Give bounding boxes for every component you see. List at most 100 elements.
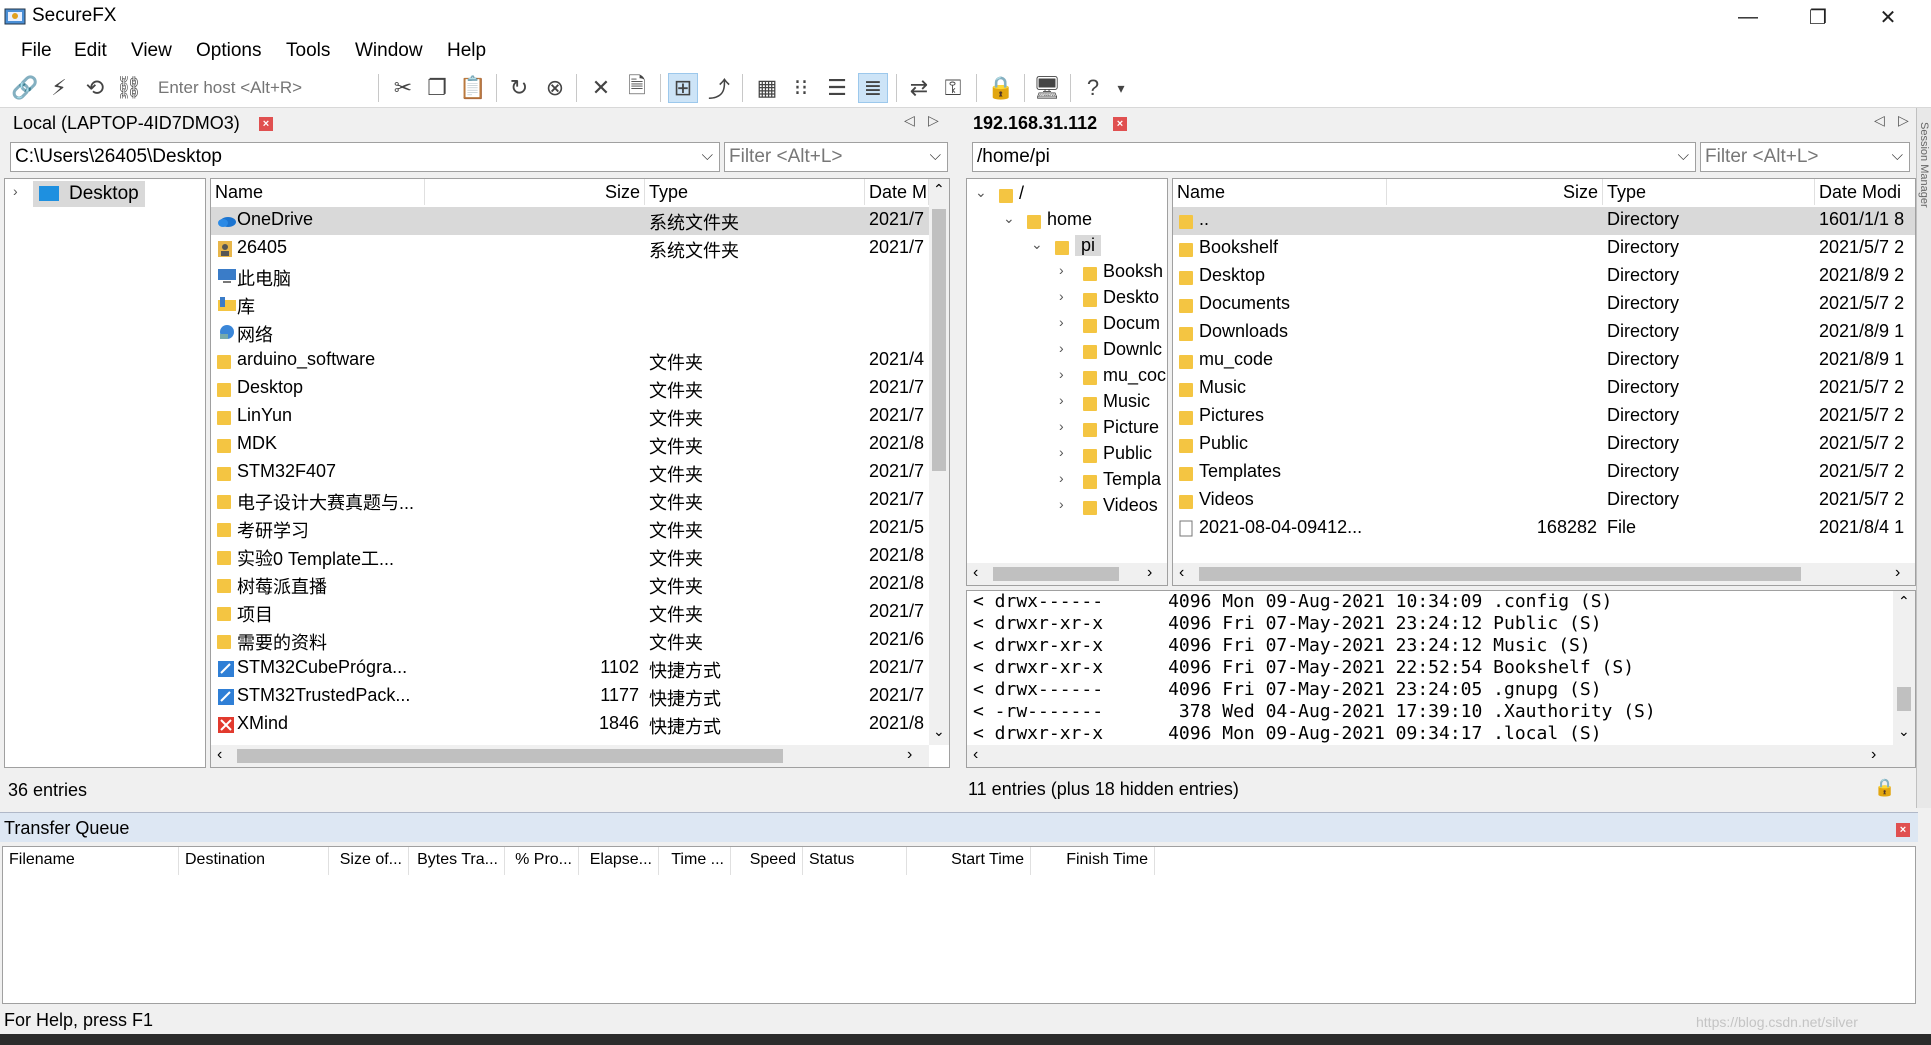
chevron-right-icon[interactable]: › <box>1059 314 1064 330</box>
help-dropdown-icon[interactable]: ▾ <box>1106 73 1136 103</box>
table-row[interactable]: 考研学习 文件夹 2021/5 <box>211 515 929 543</box>
tree-item[interactable]: › Templa <box>967 467 1167 495</box>
chevron-down-icon[interactable]: ⌄ <box>1003 210 1015 227</box>
tq-column-bytes-transferred[interactable]: Bytes Tra... <box>409 847 505 875</box>
chevron-down-icon[interactable]: ⌵ <box>1678 147 1689 164</box>
key-icon[interactable]: ⚿ <box>938 73 968 103</box>
chevron-right-icon[interactable]: › <box>1059 470 1064 486</box>
chevron-down-icon[interactable]: ⌄ <box>1031 236 1043 253</box>
table-row[interactable]: 实验0 Template工... 文件夹 2021/8 <box>211 543 929 571</box>
copy-icon[interactable]: ❐ <box>422 73 452 103</box>
column-header-type[interactable]: Type <box>645 179 865 205</box>
tree-item[interactable]: › Booksh <box>967 259 1167 287</box>
table-row[interactable]: Music Directory 2021/5/7 2 <box>1173 375 1915 403</box>
table-row[interactable]: MDK 文件夹 2021/8 <box>211 431 929 459</box>
tree-item[interactable]: › Docum <box>967 311 1167 339</box>
table-row[interactable]: STM32F407 文件夹 2021/7 <box>211 459 929 487</box>
local-tab-title[interactable]: Local (LAPTOP-4ID7DMO3) <box>13 113 240 134</box>
table-row[interactable]: Public Directory 2021/5/7 2 <box>1173 431 1915 459</box>
tree-item[interactable]: › Public <box>967 441 1167 469</box>
tq-column-status[interactable]: Status <box>803 847 907 875</box>
tree-item[interactable]: › Picture <box>967 415 1167 443</box>
table-row[interactable]: 库 <box>211 291 929 319</box>
chevron-right-icon[interactable]: › <box>1059 366 1064 382</box>
chevron-right-icon[interactable]: › <box>1059 262 1064 278</box>
table-row[interactable]: 2021-08-04-09412... 168282 File 2021/8/4 1 <box>1173 515 1915 543</box>
scroll-right-icon[interactable]: › <box>1871 746 1876 764</box>
help-icon[interactable]: ? <box>1078 73 1108 103</box>
tq-column-destination[interactable]: Destination <box>179 847 329 875</box>
small-icons-icon[interactable]: ⁝⁝ <box>786 73 816 103</box>
table-row[interactable]: 树莓派直播 文件夹 2021/8 <box>211 571 929 599</box>
table-row[interactable]: Pictures Directory 2021/5/7 2 <box>1173 403 1915 431</box>
chevron-right-icon[interactable]: › <box>1059 392 1064 408</box>
column-header-size[interactable]: Size <box>1387 179 1603 205</box>
tree-item[interactable]: › mu_coc <box>967 363 1167 391</box>
table-row[interactable]: STM32CubePrógra... 1102 快捷方式 2021/7 <box>211 655 929 683</box>
tree-view-icon[interactable]: ⊞ <box>668 73 698 103</box>
tree-expand-icon[interactable]: › <box>13 183 18 199</box>
tab-scroll-left-icon[interactable]: ◁ <box>904 112 915 129</box>
scroll-up-icon[interactable]: ⌃ <box>933 181 945 198</box>
table-row[interactable]: Downloads Directory 2021/8/9 1 <box>1173 319 1915 347</box>
local-vertical-scrollbar[interactable]: ⌃ ⌄ <box>929 179 949 745</box>
table-row[interactable]: XMind 1846 快捷方式 2021/8 <box>211 711 929 739</box>
scroll-left-icon[interactable]: ‹ <box>973 564 978 582</box>
scrollbar-thumb[interactable] <box>237 749 783 763</box>
lock-icon[interactable]: 🔒 <box>986 73 1016 103</box>
table-row[interactable]: Documents Directory 2021/5/7 2 <box>1173 291 1915 319</box>
tq-column-progress[interactable]: % Pro... <box>505 847 579 875</box>
table-row[interactable]: arduino_software 文件夹 2021/4 <box>211 347 929 375</box>
scroll-left-icon[interactable]: ‹ <box>1179 564 1184 582</box>
local-path-combo[interactable]: C:\Users\26405\Desktop ⌵ <box>10 142 720 172</box>
chevron-down-icon[interactable]: ⌵ <box>702 147 713 164</box>
table-row[interactable]: 网络 <box>211 319 929 347</box>
table-row[interactable]: Templates Directory 2021/5/7 2 <box>1173 459 1915 487</box>
log-vertical-scrollbar[interactable]: ⌃ ⌄ <box>1893 591 1915 745</box>
menu-edit[interactable]: Edit <box>74 40 107 62</box>
disconnect-icon[interactable]: ⛓ <box>114 73 144 103</box>
menu-help[interactable]: Help <box>447 40 486 62</box>
tq-column-size[interactable]: Size of... <box>329 847 409 875</box>
cut-icon[interactable]: ✂ <box>388 73 418 103</box>
menu-tools[interactable]: Tools <box>286 40 330 62</box>
close-window-button[interactable]: ✕ <box>1853 0 1923 34</box>
remote-horizontal-scrollbar[interactable]: ‹ › <box>1173 563 1915 585</box>
tq-column-filename[interactable]: Filename <box>3 847 179 875</box>
local-horizontal-scrollbar[interactable]: ‹ › <box>211 745 929 767</box>
scrollbar-thumb[interactable] <box>1199 567 1801 581</box>
maximize-button[interactable]: ❐ <box>1783 0 1853 34</box>
menu-file[interactable]: File <box>21 40 52 62</box>
table-row[interactable]: OneDrive 系统文件夹 2021/7 <box>211 207 929 235</box>
details-view-icon[interactable]: ≣ <box>858 73 888 103</box>
remote-tab-title[interactable]: 192.168.31.112 <box>973 113 1097 134</box>
column-header-type[interactable]: Type <box>1603 179 1815 205</box>
scroll-down-icon[interactable]: ⌄ <box>933 723 945 740</box>
tq-column-speed[interactable]: Speed <box>731 847 803 875</box>
session-manager-label[interactable]: Session Manager <box>1918 122 1930 208</box>
tree-item[interactable]: ⌄ pi <box>967 233 1167 261</box>
quick-connect-icon[interactable]: ⚡ <box>44 73 74 103</box>
tq-column-finish-time[interactable]: Finish Time <box>1031 847 1155 875</box>
paste-icon[interactable]: 📋 <box>458 73 488 103</box>
synchronize-icon[interactable]: ⇄ <box>904 73 934 103</box>
menu-options[interactable]: Options <box>196 40 261 62</box>
minimize-button[interactable]: — <box>1713 0 1783 34</box>
session-manager-icon[interactable]: 🖥 <box>1032 73 1062 103</box>
chevron-right-icon[interactable]: › <box>1059 496 1064 512</box>
chevron-right-icon[interactable]: › <box>1059 288 1064 304</box>
table-row[interactable]: 项目 文件夹 2021/7 <box>211 599 929 627</box>
scrollbar-thumb[interactable] <box>993 567 1119 581</box>
scroll-right-icon[interactable]: › <box>1895 564 1900 582</box>
tree-item[interactable]: › Music <box>967 389 1167 417</box>
tab-scroll-right-icon[interactable]: ▷ <box>1898 112 1909 129</box>
table-row[interactable]: Bookshelf Directory 2021/5/7 2 <box>1173 235 1915 263</box>
up-folder-icon[interactable]: ⤴ <box>704 73 734 103</box>
properties-icon[interactable]: 🗎 <box>622 73 652 103</box>
local-tab-close-icon[interactable]: × <box>259 117 273 131</box>
reconnect-icon[interactable]: ⟲ <box>80 73 110 103</box>
column-header-date[interactable]: Date M <box>865 179 929 205</box>
scrollbar-thumb[interactable] <box>1897 687 1911 711</box>
session-manager-strip[interactable]: Session Manager <box>1916 108 1931 808</box>
tq-column-start-time[interactable]: Start Time <box>907 847 1031 875</box>
